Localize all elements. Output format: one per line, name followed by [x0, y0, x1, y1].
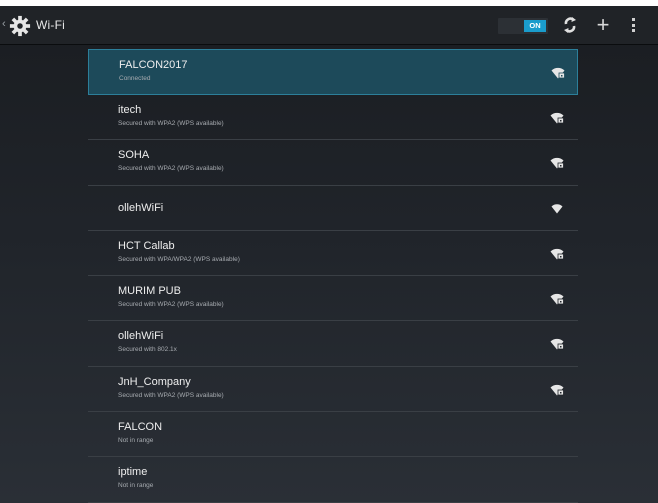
network-status: Secured with WPA2 (WPS available)	[118, 391, 224, 399]
up-navigation-icon[interactable]: ‹	[2, 19, 8, 30]
network-ssid: FALCON2017	[119, 59, 188, 71]
settings-gear-icon[interactable]	[9, 15, 31, 37]
wps-push-icon[interactable]	[562, 16, 578, 34]
network-status: Not in range	[118, 437, 154, 445]
network-ssid: itech	[118, 104, 142, 116]
network-row[interactable]: MURIM PUB Secured with WPA2 (WPS availab…	[88, 276, 578, 322]
network-status: Secured with WPA/WPA2 (WPS available)	[118, 255, 240, 263]
wifi-settings-screen: ‹ Wi-Fi ON + FALCON2017 Connected itech …	[0, 6, 658, 503]
wifi-open-icon	[551, 203, 563, 214]
network-ssid: iptime	[118, 466, 148, 479]
network-row[interactable]: SOHA Secured with WPA2 (WPS available)	[88, 140, 578, 186]
network-row[interactable]: HCT Callab Secured with WPA/WPA2 (WPS av…	[88, 231, 578, 277]
wifi-secured-icon	[551, 67, 565, 79]
action-bar: ‹ Wi-Fi ON +	[0, 6, 658, 44]
network-ssid: JnH_Company	[118, 375, 191, 388]
network-row[interactable]: JnH_Company Secured with WPA2 (WPS avail…	[88, 367, 578, 413]
network-row[interactable]: FALCON Not in range	[88, 412, 578, 458]
wifi-secured-icon	[550, 294, 564, 305]
add-network-icon[interactable]: +	[593, 14, 613, 36]
wifi-secured-icon	[550, 112, 564, 124]
wifi-secured-icon	[550, 384, 564, 396]
network-ssid: ollehWiFi	[118, 201, 164, 214]
network-row[interactable]: iptime Not in range	[88, 457, 578, 503]
network-ssid: FALCON	[118, 421, 163, 434]
network-ssid: ollehWiFi	[118, 330, 164, 343]
wifi-toggle[interactable]: ON	[498, 18, 548, 34]
network-status: Secured with WPA2 (WPS available)	[118, 301, 224, 309]
wifi-secured-icon	[550, 339, 564, 350]
wifi-toggle-label: ON	[524, 20, 546, 32]
network-status: Secured with WPA2 (WPS available)	[118, 120, 224, 127]
network-row[interactable]: itech Secured with WPA2 (WPS available)	[88, 95, 578, 141]
network-status: Secured with 802.1x	[118, 346, 177, 354]
network-ssid: SOHA	[118, 149, 150, 162]
wifi-secured-icon	[550, 248, 564, 260]
network-ssid: MURIM PUB	[118, 285, 181, 298]
wifi-secured-icon	[550, 158, 564, 169]
network-row[interactable]: ollehWiFi Secured with 802.1x	[88, 321, 578, 367]
network-status: Not in range	[118, 482, 154, 490]
network-list: FALCON2017 Connected itech Secured with …	[88, 49, 578, 503]
network-status: Connected	[119, 75, 151, 82]
network-row[interactable]: ollehWiFi	[88, 186, 578, 231]
network-ssid: HCT Callab	[118, 239, 175, 252]
page-title: Wi-Fi	[36, 18, 65, 32]
network-status: Secured with WPA2 (WPS available)	[118, 165, 224, 173]
network-row-connected[interactable]: FALCON2017 Connected	[88, 49, 578, 95]
overflow-menu-icon[interactable]	[630, 18, 636, 34]
